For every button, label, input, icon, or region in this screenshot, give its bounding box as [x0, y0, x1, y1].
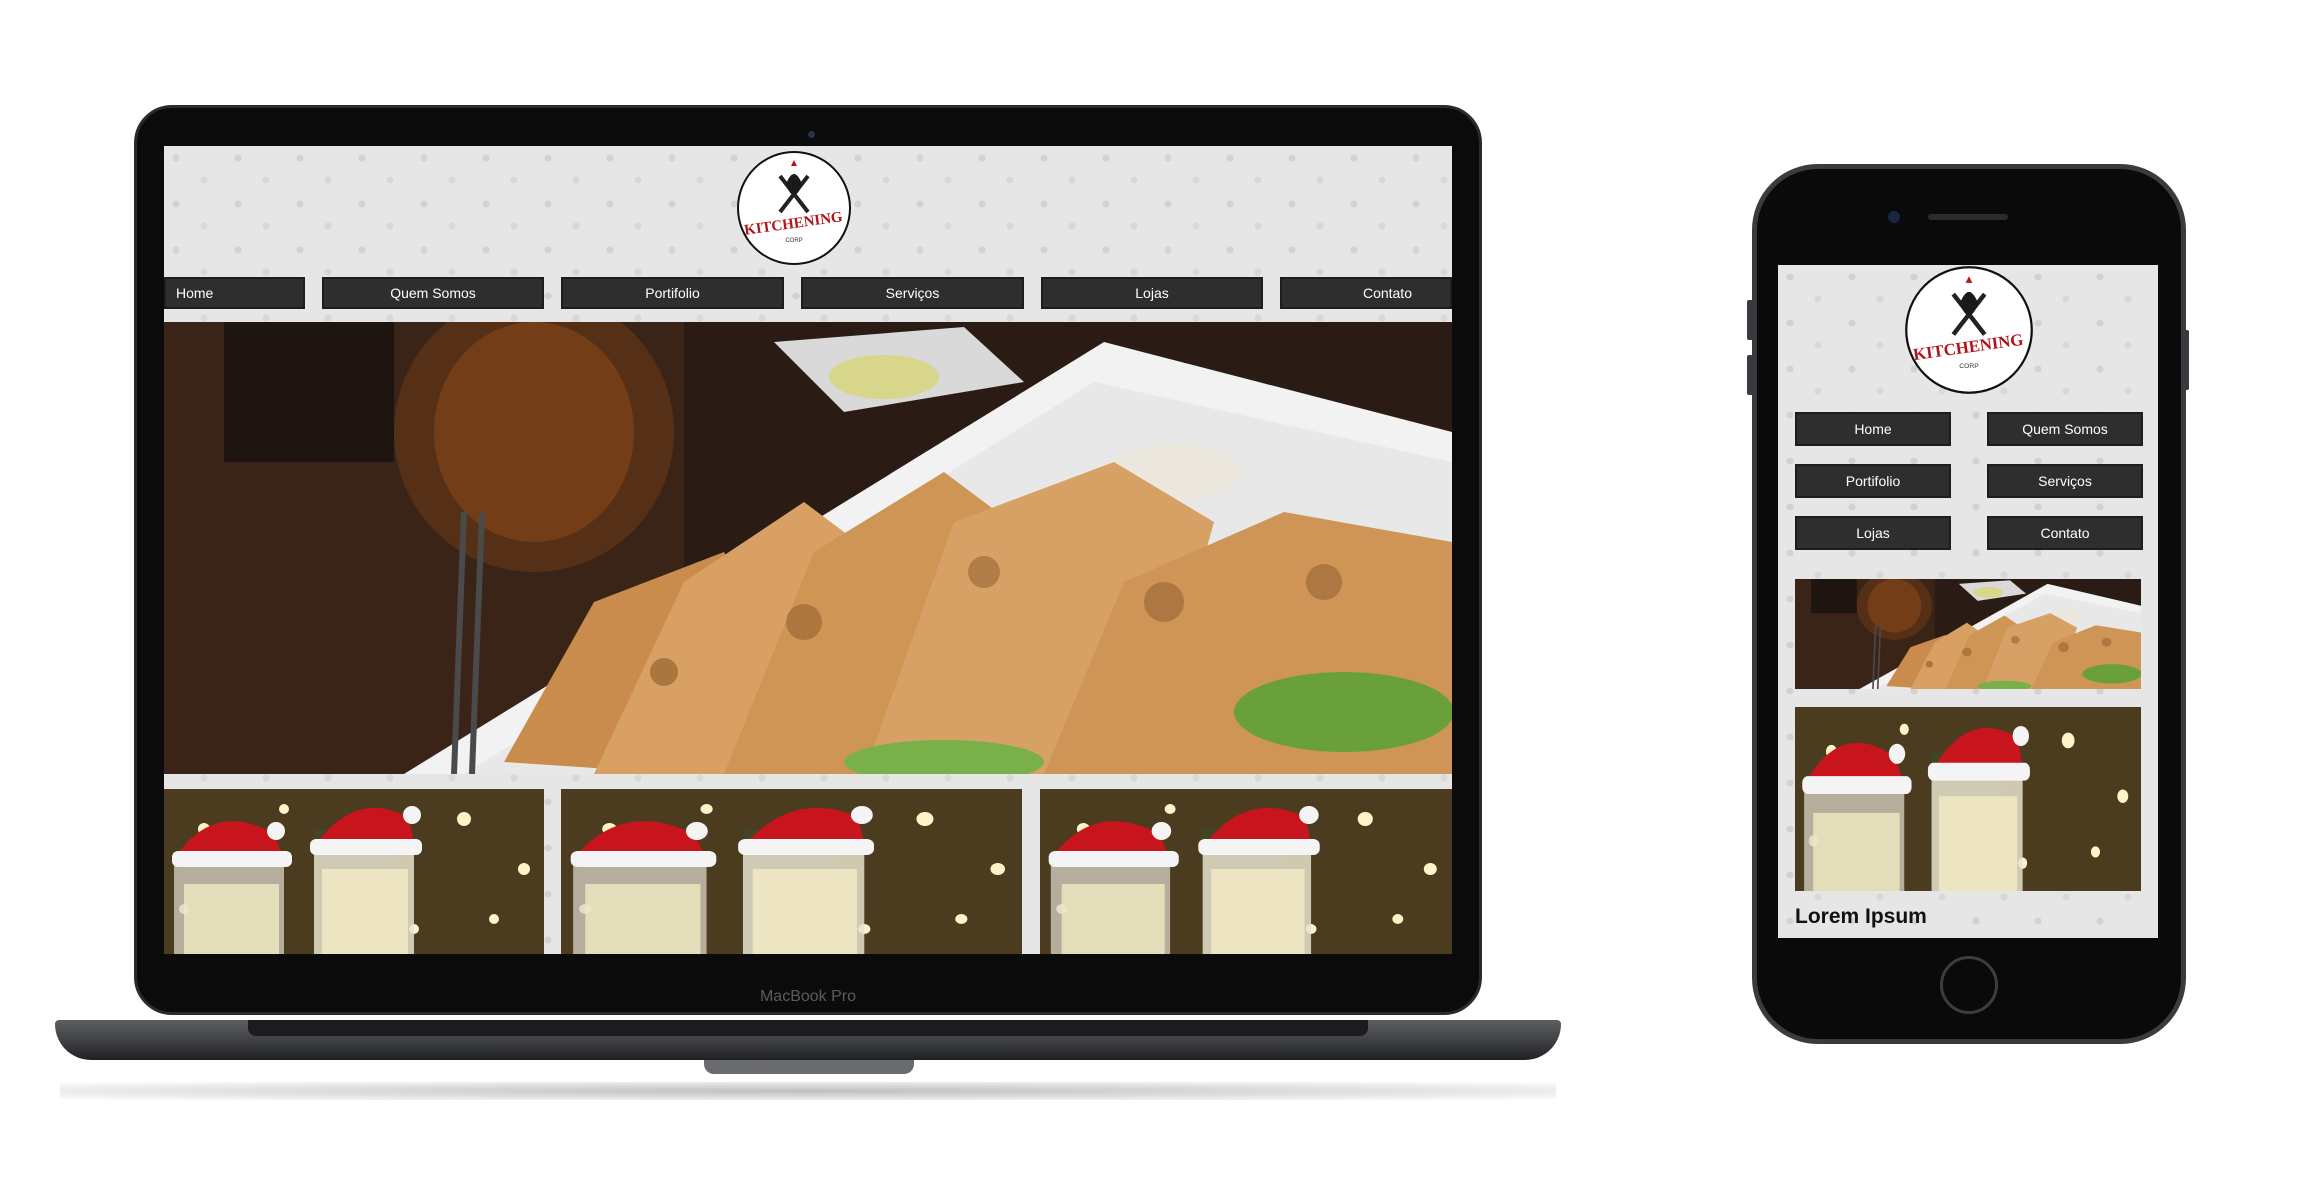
- hero-food-image: [164, 322, 1452, 774]
- phone-volume-button: [1747, 300, 1753, 340]
- hero-food-image: [1795, 579, 2141, 689]
- phone-home-button[interactable]: [1940, 956, 1998, 1014]
- nav-servicos-button[interactable]: Serviços: [1987, 464, 2143, 498]
- laptop-camera: [808, 131, 815, 138]
- logo-subtext: CORP: [785, 238, 802, 244]
- nav-quem-somos-button[interactable]: Quem Somos: [322, 277, 544, 309]
- nav-servicos-button[interactable]: Serviços: [801, 277, 1024, 309]
- laptop-thumbnail-row: [164, 789, 1452, 954]
- phone-volume-button: [1747, 355, 1753, 395]
- phone-screen: KITCHENING CORP Home Quem Somos Portifol…: [1778, 265, 2158, 938]
- laptop-shadow: [60, 1082, 1556, 1100]
- nav-home-button[interactable]: Home: [164, 277, 305, 309]
- site-logo[interactable]: KITCHENING CORP: [1904, 265, 2034, 395]
- phone-camera: [1888, 211, 1900, 223]
- nav-quem-somos-button[interactable]: Quem Somos: [1987, 412, 2143, 446]
- christmas-thumbnail[interactable]: [164, 789, 544, 954]
- phone-power-button: [2183, 330, 2189, 390]
- nav-contato-button[interactable]: Contato: [1987, 516, 2143, 550]
- phone-speaker: [1928, 214, 2008, 220]
- laptop-screen: KITCHENING CORP Home Quem Somos Portifol…: [164, 146, 1452, 954]
- laptop-model-label: MacBook Pro: [759, 988, 857, 1005]
- nav-home-button[interactable]: Home: [1795, 412, 1951, 446]
- nav-contato-button[interactable]: Contato: [1280, 277, 1452, 309]
- christmas-thumbnail[interactable]: [561, 789, 1022, 954]
- site-logo[interactable]: KITCHENING CORP: [736, 150, 852, 266]
- nav-portifolio-button[interactable]: Portifolio: [561, 277, 784, 309]
- nav-portifolio-button[interactable]: Portifolio: [1795, 464, 1951, 498]
- laptop-main-nav: Home Quem Somos Portifolio Serviços Loja…: [164, 277, 1452, 309]
- christmas-image[interactable]: [1795, 707, 2141, 891]
- laptop-keyboard-lip: [248, 1020, 1368, 1036]
- nav-lojas-button[interactable]: Lojas: [1795, 516, 1951, 550]
- logo-subtext: CORP: [1959, 363, 1979, 370]
- laptop-opening-notch: [704, 1060, 914, 1074]
- christmas-thumbnail[interactable]: [1040, 789, 1452, 954]
- section-heading: Lorem Ipsum: [1795, 905, 1927, 928]
- nav-lojas-button[interactable]: Lojas: [1041, 277, 1263, 309]
